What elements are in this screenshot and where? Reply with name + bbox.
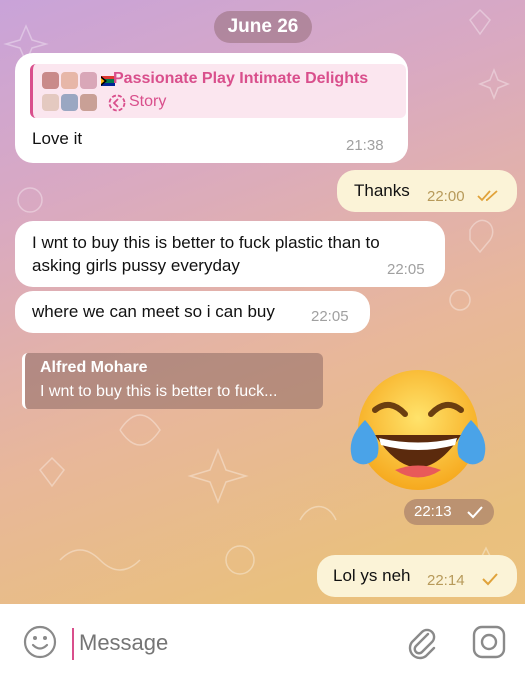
story-title: Passionate Play Intimate Delights: [113, 70, 369, 87]
message-composer: [0, 604, 525, 680]
message-time: 22:14: [427, 572, 465, 589]
message-text: Thanks: [354, 181, 410, 200]
message-bubble-incoming[interactable]: where we can meet so i can buy 22:05: [15, 291, 370, 333]
message-time: 22:13: [414, 503, 452, 520]
story-icon: [108, 94, 126, 112]
read-double-check-icon: [477, 190, 498, 202]
message-input[interactable]: [75, 626, 379, 660]
emoji-icon[interactable]: [23, 625, 57, 659]
message-text: Love it: [32, 129, 83, 148]
message-text: Lol ys neh: [333, 566, 411, 585]
sent-check-icon: [482, 573, 498, 586]
story-thumbnail: [80, 72, 97, 89]
message-text-line: I wnt to buy this is better to fuck plas…: [32, 233, 380, 252]
message-bubble-incoming[interactable]: Passionate Play Intimate Delights Story …: [15, 53, 408, 163]
reply-snippet: I wnt to buy this is better to fuck...: [40, 383, 278, 400]
sent-check-icon: [467, 506, 483, 519]
story-thumbnail: [42, 72, 59, 89]
story-thumbnail: [42, 94, 59, 111]
date-divider: June 26: [214, 11, 312, 43]
story-thumbnail: [80, 94, 97, 111]
text-cursor: [72, 628, 74, 660]
reply-quote[interactable]: Alfred Mohare I wnt to buy this is bette…: [22, 353, 323, 409]
story-reply-preview[interactable]: Passionate Play Intimate Delights Story: [30, 64, 406, 118]
message-time: 21:38: [346, 137, 384, 154]
message-bubble-outgoing[interactable]: Thanks 22:00: [337, 170, 517, 212]
story-thumbnail: [61, 94, 78, 111]
message-bubble-incoming[interactable]: I wnt to buy this is better to fuck plas…: [15, 221, 445, 287]
story-thumbnail: [61, 72, 78, 89]
message-text-line: asking girls pussy everyday: [32, 256, 240, 275]
attach-icon[interactable]: [404, 624, 438, 660]
message-time: 22:00: [427, 188, 465, 205]
message-text: where we can meet so i can buy: [32, 302, 275, 321]
reply-author: Alfred Mohare: [40, 359, 148, 376]
message-time: 22:05: [387, 261, 425, 278]
story-label: Story: [129, 93, 167, 110]
camera-icon[interactable]: [472, 625, 506, 659]
message-time: 22:05: [311, 308, 349, 325]
emoji-timestamp-pill: 22:13: [404, 499, 494, 525]
face-with-tears-of-joy-emoji[interactable]: [345, 365, 490, 495]
message-bubble-outgoing[interactable]: Lol ys neh 22:14: [317, 555, 517, 597]
